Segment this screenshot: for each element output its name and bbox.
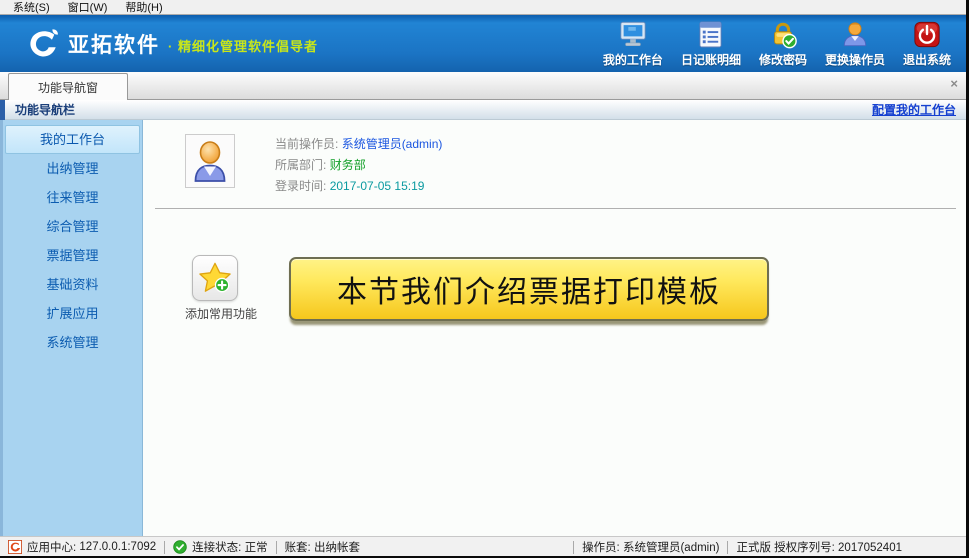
toolbar-change-operator[interactable]: 更换操作员 — [816, 19, 894, 68]
toolbar-journal-detail[interactable]: 日记账明细 — [672, 19, 750, 68]
brand: 亚拓软件 · 精细化管理软件倡导者 — [26, 28, 318, 60]
sidebar-item-contacts-mgmt[interactable]: 往来管理 — [5, 183, 140, 212]
workspace-panel: 当前操作员: 系统管理员(admin) 所属部门: 财务部 登录时间: 2017… — [143, 120, 966, 536]
nav-caption-bar: 功能导航栏 配置我的工作台 — [0, 100, 966, 120]
status-operator-label: 操作员: — [582, 539, 620, 555]
app-center-logo-icon — [8, 540, 22, 554]
menu-system[interactable]: 系统(S) — [4, 0, 59, 15]
connection-value: 正常 — [245, 539, 268, 555]
department-label: 所属部门: — [275, 158, 326, 172]
divider — [155, 208, 956, 209]
app-logo-icon — [26, 28, 60, 60]
login-time-value: 2017-07-05 15:19 — [330, 179, 425, 193]
status-operator-value: 系统管理员(admin) — [623, 539, 719, 555]
monitor-icon — [618, 19, 648, 49]
close-icon[interactable]: × — [950, 77, 958, 91]
avatar — [185, 134, 235, 188]
sidebar-item-comprehensive-mgmt[interactable]: 综合管理 — [5, 212, 140, 241]
sidebar-item-basic-data[interactable]: 基础资料 — [5, 270, 140, 299]
tutorial-banner: 本节我们介绍票据打印模板 — [289, 257, 769, 321]
favorites-row: 添加常用功能 本节我们介绍票据打印模板 — [185, 255, 966, 322]
status-license: 正式版 授权序列号: 2017052401 — [728, 539, 910, 555]
status-bar: 应用中心: 127.0.0.1:7092 连接状态: 正常 账套: 出纳帐套 操… — [0, 536, 966, 557]
function-nav-sidebar: 我的工作台 出纳管理 往来管理 综合管理 票据管理 基础资料 扩展应用 系统管理 — [0, 120, 143, 536]
operator-icon — [841, 19, 869, 49]
sidebar-item-extended-apps[interactable]: 扩展应用 — [5, 299, 140, 328]
configure-workbench-link[interactable]: 配置我的工作台 — [872, 101, 956, 118]
toolbar-label: 日记账明细 — [681, 51, 741, 68]
user-info: 当前操作员: 系统管理员(admin) 所属部门: 财务部 登录时间: 2017… — [275, 134, 442, 197]
department-value: 财务部 — [330, 158, 366, 172]
account-set-value: 出纳帐套 — [314, 539, 360, 555]
password-lock-icon — [768, 19, 798, 49]
app-header: 亚拓软件 · 精细化管理软件倡导者 我的工作台 — [0, 15, 966, 72]
power-icon — [913, 19, 941, 49]
operator-label: 当前操作员: — [275, 137, 338, 151]
journal-icon — [697, 19, 724, 49]
toolbar-my-workbench[interactable]: 我的工作台 — [594, 19, 672, 68]
nav-caption: 功能导航栏 — [15, 101, 75, 118]
account-set-label: 账套: — [285, 539, 311, 555]
header-toolbar: 我的工作台 日记账明细 — [594, 19, 960, 68]
connection-ok-icon — [173, 540, 187, 554]
login-time-label: 登录时间: — [275, 179, 326, 193]
brand-name: 亚拓软件 — [68, 29, 160, 59]
sidebar-item-bill-mgmt[interactable]: 票据管理 — [5, 241, 140, 270]
app-center-value: 127.0.0.1:7092 — [79, 541, 156, 553]
license-value: 正式版 授权序列号: 2017052401 — [736, 539, 902, 555]
brand-tagline: · 精细化管理软件倡导者 — [168, 36, 318, 55]
toolbar-label: 更换操作员 — [825, 51, 885, 68]
status-connection: 连接状态: 正常 — [165, 539, 275, 555]
menu-help[interactable]: 帮助(H) — [116, 0, 171, 15]
status-account-set: 账套: 出纳帐套 — [277, 539, 368, 555]
connection-label: 连接状态: — [192, 539, 241, 555]
add-favorite-button[interactable]: 添加常用功能 — [185, 255, 245, 322]
status-app-center: 应用中心: 127.0.0.1:7092 — [0, 539, 164, 555]
favorite-star-icon — [192, 255, 238, 301]
current-user-block: 当前操作员: 系统管理员(admin) 所属部门: 财务部 登录时间: 2017… — [185, 134, 966, 197]
app-center-label: 应用中心: — [27, 539, 76, 555]
menu-window[interactable]: 窗口(W) — [59, 0, 117, 15]
toolbar-label: 修改密码 — [759, 51, 807, 68]
add-favorite-label: 添加常用功能 — [185, 305, 245, 322]
app-window: 系统(S) 窗口(W) 帮助(H) 亚拓软件 · 精细化管理软件倡导者 — [0, 0, 969, 558]
toolbar-label: 我的工作台 — [603, 51, 663, 68]
toolbar-change-password[interactable]: 修改密码 — [750, 19, 816, 68]
toolbar-exit-system[interactable]: 退出系统 — [894, 19, 960, 68]
tab-function-nav[interactable]: 功能导航窗 — [8, 73, 128, 100]
content-area: 我的工作台 出纳管理 往来管理 综合管理 票据管理 基础资料 扩展应用 系统管理 — [0, 120, 966, 536]
operator-value: 系统管理员(admin) — [342, 137, 443, 151]
status-operator: 操作员: 系统管理员(admin) — [574, 539, 727, 555]
sidebar-item-my-workbench[interactable]: 我的工作台 — [5, 125, 140, 154]
caption-accent — [0, 100, 5, 120]
toolbar-label: 退出系统 — [903, 51, 951, 68]
menu-bar: 系统(S) 窗口(W) 帮助(H) — [0, 0, 966, 15]
sidebar-item-cashier-mgmt[interactable]: 出纳管理 — [5, 154, 140, 183]
sidebar-item-system-mgmt[interactable]: 系统管理 — [5, 328, 140, 357]
tab-strip: 功能导航窗 × — [0, 72, 966, 100]
